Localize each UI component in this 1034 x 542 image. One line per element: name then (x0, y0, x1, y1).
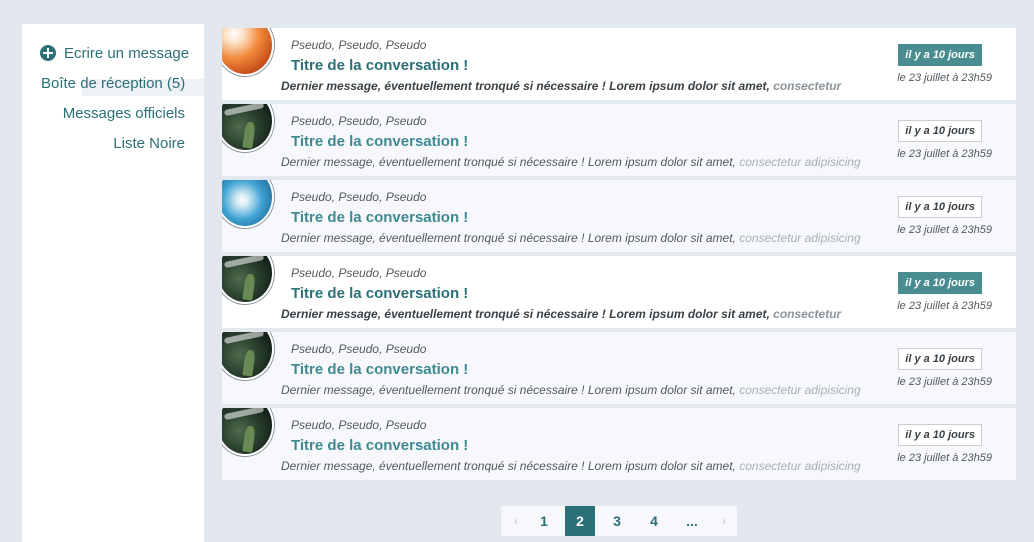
conversation-participants: Pseudo, Pseudo, Pseudo (291, 114, 427, 128)
page-ellipsis[interactable]: ... (677, 506, 707, 536)
page-button-1[interactable]: 1 (529, 506, 559, 536)
conversation-row[interactable]: Pseudo, Pseudo, Pseudo Titre de la conve… (222, 104, 1016, 176)
conversation-title[interactable]: Titre de la conversation ! (291, 437, 468, 454)
conversation-preview: Dernier message, éventuellement tronqué … (281, 79, 841, 93)
conversation-title[interactable]: Titre de la conversation ! (291, 285, 468, 302)
preview-text: Dernier message, éventuellement tronqué … (281, 383, 740, 397)
time-ago-badge: il y a 10 jours (898, 272, 982, 294)
preview-faded-text: consectetur adipisicing (739, 459, 861, 473)
conversation-row[interactable]: Pseudo, Pseudo, Pseudo Titre de la conve… (222, 408, 1016, 480)
avatar (222, 104, 274, 152)
conversation-preview: Dernier message, éventuellement tronqué … (281, 231, 861, 245)
compose-message-label: Ecrire un message (64, 45, 190, 62)
conversation-date: le 23 juillet à 23h59 (897, 148, 992, 160)
conversation-participants: Pseudo, Pseudo, Pseudo (291, 38, 427, 52)
conversation-date: le 23 juillet à 23h59 (897, 300, 992, 312)
inbox-label: Boîte de réception (5) (41, 75, 186, 92)
preview-faded-text: consectetur (773, 79, 842, 93)
next-page-button[interactable]: › (709, 506, 739, 536)
page-button-2-current[interactable]: 2 (565, 506, 595, 536)
page-button-4[interactable]: 4 (639, 506, 669, 536)
conversation-preview: Dernier message, éventuellement tronqué … (281, 383, 861, 397)
preview-faded-text: consectetur (773, 307, 842, 321)
preview-text: Dernier message, éventuellement tronqué … (281, 79, 774, 93)
compose-message-link[interactable]: Ecrire un message (22, 44, 204, 64)
conversation-row[interactable]: Pseudo, Pseudo, Pseudo Titre de la conve… (222, 180, 1016, 252)
sidebar-item-inbox[interactable]: Boîte de réception (5) (22, 75, 204, 96)
conversation-date: le 23 juillet à 23h59 (897, 376, 992, 388)
time-ago-badge: il y a 10 jours (898, 424, 982, 446)
conversation-list: Pseudo, Pseudo, Pseudo Titre de la conve… (222, 28, 1016, 484)
avatar (222, 180, 274, 228)
sidebar-item-blacklist[interactable]: Liste Noire (22, 135, 204, 155)
preview-faded-text: consectetur adipisicing (739, 231, 861, 245)
conversation-row[interactable]: Pseudo, Pseudo, Pseudo Titre de la conve… (222, 28, 1016, 100)
conversation-date: le 23 juillet à 23h59 (897, 224, 992, 236)
conversation-title[interactable]: Titre de la conversation ! (291, 133, 468, 150)
conversation-title[interactable]: Titre de la conversation ! (291, 361, 468, 378)
time-ago-badge: il y a 10 jours (898, 120, 982, 142)
conversation-preview: Dernier message, éventuellement tronqué … (281, 155, 861, 169)
preview-text: Dernier message, éventuellement tronqué … (281, 155, 740, 169)
plus-circle-icon (40, 45, 56, 61)
time-ago-badge: il y a 10 jours (898, 196, 982, 218)
official-messages-label: Messages officiels (62, 105, 185, 122)
preview-faded-text: consectetur adipisicing (739, 383, 861, 397)
conversation-title[interactable]: Titre de la conversation ! (291, 57, 468, 74)
conversation-preview: Dernier message, éventuellement tronqué … (281, 459, 861, 473)
time-ago-badge: il y a 10 jours (898, 44, 982, 66)
blacklist-label: Liste Noire (113, 135, 185, 152)
conversation-date: le 23 juillet à 23h59 (897, 72, 992, 84)
page-button-3[interactable]: 3 (602, 506, 632, 536)
preview-text: Dernier message, éventuellement tronqué … (281, 307, 774, 321)
pagination: ‹ 1 2 3 4 ... › (501, 506, 737, 536)
conversation-preview: Dernier message, éventuellement tronqué … (281, 307, 841, 321)
conversation-participants: Pseudo, Pseudo, Pseudo (291, 342, 427, 356)
preview-text: Dernier message, éventuellement tronqué … (281, 459, 740, 473)
conversation-participants: Pseudo, Pseudo, Pseudo (291, 190, 427, 204)
previous-page-button[interactable]: ‹ (501, 506, 531, 536)
sidebar: Ecrire un message Boîte de réception (5)… (22, 24, 204, 542)
conversation-date: le 23 juillet à 23h59 (897, 452, 992, 464)
conversation-title[interactable]: Titre de la conversation ! (291, 209, 468, 226)
conversation-row[interactable]: Pseudo, Pseudo, Pseudo Titre de la conve… (222, 256, 1016, 328)
conversation-row[interactable]: Pseudo, Pseudo, Pseudo Titre de la conve… (222, 332, 1016, 404)
avatar (222, 332, 274, 380)
time-ago-badge: il y a 10 jours (898, 348, 982, 370)
avatar (222, 408, 274, 456)
sidebar-item-official-messages[interactable]: Messages officiels (22, 105, 204, 125)
preview-text: Dernier message, éventuellement tronqué … (281, 231, 740, 245)
avatar (222, 256, 274, 304)
conversation-participants: Pseudo, Pseudo, Pseudo (291, 266, 427, 280)
conversation-participants: Pseudo, Pseudo, Pseudo (291, 418, 427, 432)
avatar (222, 28, 274, 76)
preview-faded-text: consectetur adipisicing (739, 155, 861, 169)
